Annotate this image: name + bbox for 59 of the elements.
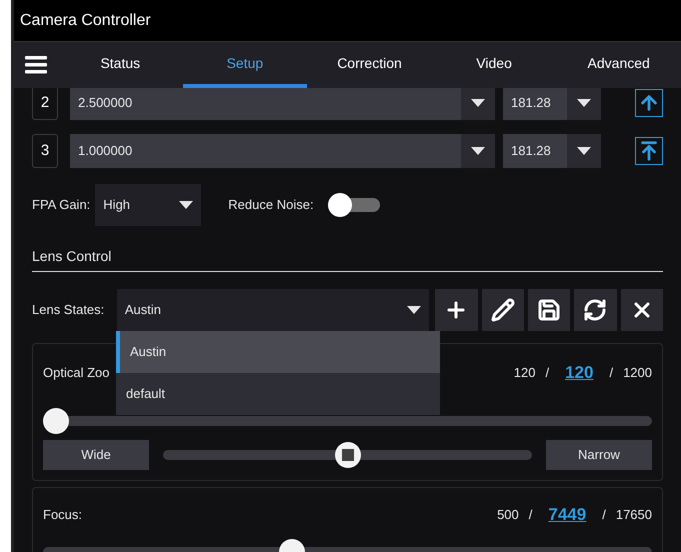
- save-button[interactable]: [528, 289, 570, 331]
- slider-thumb[interactable]: [334, 442, 360, 468]
- dropdown-button[interactable]: [461, 88, 495, 120]
- move-up-button[interactable]: [635, 89, 663, 117]
- field-label: Focus:: [43, 506, 82, 524]
- min-value: 120: [514, 364, 536, 382]
- section-title: Lens Control: [32, 248, 112, 264]
- tab[interactable]: Video: [432, 42, 556, 88]
- max-value: 1200: [623, 364, 652, 382]
- separator: /: [528, 506, 532, 524]
- row-index: 3: [32, 134, 58, 168]
- lens-states-dropdown[interactable]: Austin: [116, 289, 430, 331]
- field-label: Reduce Noise:: [228, 196, 314, 214]
- close-button[interactable]: [620, 289, 663, 331]
- add-button[interactable]: [435, 289, 478, 331]
- arrow-up-icon: [638, 92, 660, 114]
- reading-field[interactable]: 181.28: [503, 88, 567, 120]
- dropdown-button[interactable]: [567, 134, 601, 168]
- dropdown-option[interactable]: Austin: [116, 331, 440, 373]
- narrow-button[interactable]: Narrow: [546, 440, 652, 470]
- fpa-gain-dropdown[interactable]: High: [95, 184, 202, 226]
- toggle-switch[interactable]: [328, 193, 380, 217]
- max-value: 17650: [616, 506, 652, 524]
- refresh-icon: [583, 298, 608, 322]
- dropdown-button[interactable]: [567, 88, 601, 120]
- arrow-to-top-icon: [638, 140, 660, 162]
- current-value-link[interactable]: 7449: [542, 502, 592, 527]
- edit-button[interactable]: [482, 289, 524, 331]
- tab[interactable]: Advanced: [556, 42, 681, 88]
- caret-icon: [179, 201, 194, 209]
- refresh-button[interactable]: [574, 289, 617, 331]
- tab[interactable]: Correction: [307, 42, 432, 88]
- caret-icon: [471, 99, 485, 107]
- tab[interactable]: Status: [58, 42, 183, 88]
- caret-icon: [577, 147, 591, 155]
- caret-icon: [471, 147, 485, 155]
- edit-icon: [490, 298, 515, 322]
- dropdown-button[interactable]: [461, 134, 495, 168]
- separator: /: [602, 506, 606, 524]
- value-field[interactable]: 2.500000: [70, 88, 461, 120]
- window-title: Camera Controller: [20, 10, 151, 30]
- wide-button[interactable]: Wide: [43, 440, 149, 470]
- current-value-link[interactable]: 120: [559, 360, 600, 386]
- move-top-button[interactable]: [635, 137, 663, 165]
- field-label: Optical Zoo: [43, 364, 110, 382]
- caret-icon: [577, 99, 591, 107]
- dropdown-option[interactable]: default: [116, 373, 440, 415]
- separator: /: [609, 364, 614, 382]
- field-label: FPA Gain:: [32, 196, 90, 214]
- menu-icon: [25, 56, 47, 74]
- separator: /: [545, 364, 550, 382]
- reading-field[interactable]: 181.28: [503, 134, 567, 168]
- save-icon: [537, 298, 562, 322]
- caret-icon: [407, 306, 422, 314]
- field-label: Lens States:: [32, 301, 106, 320]
- row-index: 2: [32, 88, 58, 120]
- slider-thumb[interactable]: [43, 408, 69, 434]
- value-field[interactable]: 1.000000: [70, 134, 461, 168]
- min-value: 500: [497, 506, 519, 524]
